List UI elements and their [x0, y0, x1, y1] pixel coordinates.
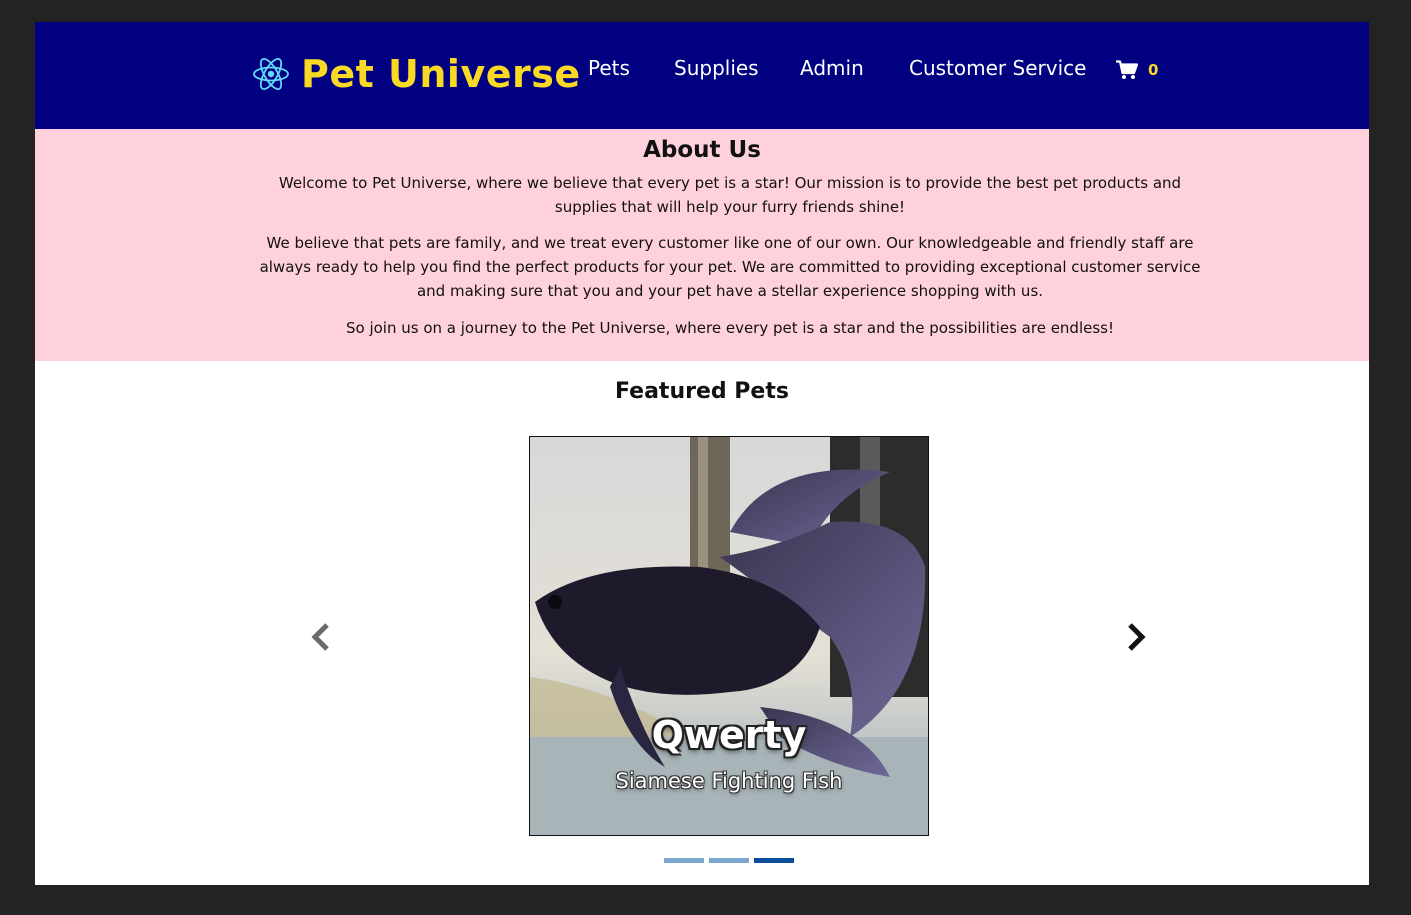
page-frame: Pet Universe Pets Supplies Admin Custome…: [35, 22, 1369, 885]
nav-supplies[interactable]: Supplies: [674, 56, 759, 80]
chevron-right-icon: [1128, 623, 1146, 651]
cart-count-badge: 0: [1148, 61, 1159, 79]
carousel-prev-button[interactable]: [309, 622, 333, 652]
navbar: Pet Universe Pets Supplies Admin Custome…: [35, 22, 1369, 129]
brand-title: Pet Universe: [301, 52, 581, 96]
cart-button[interactable]: 0: [1116, 60, 1158, 80]
pet-breed: Siamese Fighting Fish: [615, 769, 843, 793]
carousel-indicators: [664, 858, 794, 863]
about-title: About Us: [643, 137, 761, 163]
nav-customer-service[interactable]: Customer Service: [909, 56, 1086, 80]
nav-pets[interactable]: Pets: [588, 56, 630, 80]
carousel-indicator-1[interactable]: [664, 858, 704, 863]
about-paragraph-3: So join us on a journey to the Pet Unive…: [346, 319, 1114, 337]
about-section: About Us Welcome to Pet Universe, where …: [35, 129, 1369, 361]
about-paragraph-1: Welcome to Pet Universe, where we believ…: [278, 174, 1182, 216]
carousel-indicator-2[interactable]: [709, 858, 749, 863]
carousel-next-button[interactable]: [1124, 622, 1148, 652]
carousel-slide[interactable]: Qwerty Siamese Fighting Fish: [529, 436, 929, 836]
carousel-indicator-3[interactable]: [754, 858, 794, 863]
react-atom-icon: [253, 58, 289, 90]
chevron-left-icon: [311, 623, 329, 651]
nav-admin[interactable]: Admin: [800, 56, 864, 80]
about-paragraph-2: We believe that pets are family, and we …: [259, 234, 1201, 300]
shopping-cart-icon: [1116, 60, 1138, 79]
pet-name: Qwerty: [651, 713, 807, 757]
featured-title: Featured Pets: [615, 379, 789, 404]
brand-link[interactable]: Pet Universe: [251, 46, 581, 102]
